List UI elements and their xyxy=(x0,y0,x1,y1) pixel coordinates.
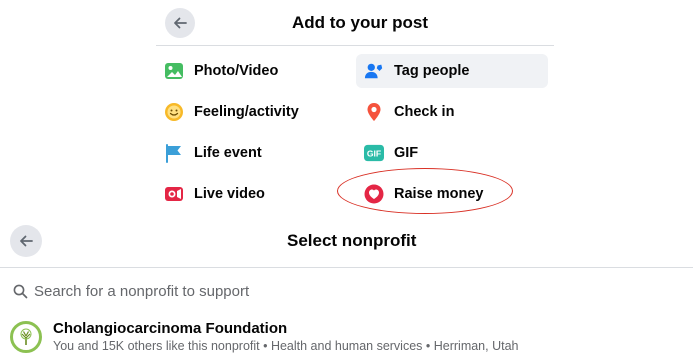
option-label: Feeling/activity xyxy=(194,104,299,120)
annotation-ellipse xyxy=(337,168,513,214)
option-photo-video[interactable]: Photo/Video xyxy=(156,54,346,88)
arrow-left-icon xyxy=(174,17,187,29)
tag-people-icon xyxy=(364,61,384,81)
search-placeholder: Search for a nonprofit to support xyxy=(34,283,250,300)
nonprofit-panel-divider xyxy=(0,267,693,268)
nonprofit-name: Cholangiocarcinoma Foundation xyxy=(53,320,288,337)
live-video-icon xyxy=(164,184,184,204)
nonprofit-panel-title: Select nonprofit xyxy=(287,231,417,250)
nonprofit-search-input[interactable]: Search for a nonprofit to support xyxy=(13,283,249,300)
tree-logo-icon xyxy=(20,328,32,345)
option-label: GIF xyxy=(394,145,419,161)
option-label: Check in xyxy=(394,104,455,120)
option-gif[interactable]: GIF GIF xyxy=(356,136,548,170)
option-label: Photo/Video xyxy=(194,63,279,79)
nonprofit-details: You and 15K others like this nonprofit •… xyxy=(53,339,519,353)
option-life-event[interactable]: Life event xyxy=(156,136,346,170)
search-icon xyxy=(13,284,28,299)
option-feeling-activity[interactable]: Feeling/activity xyxy=(156,95,346,129)
feeling-icon xyxy=(164,102,184,122)
option-live-video[interactable]: Live video xyxy=(156,177,346,211)
arrow-left-icon xyxy=(20,235,33,247)
option-tag-people[interactable]: Tag people xyxy=(356,54,548,88)
nonprofit-avatar xyxy=(10,321,42,353)
option-label: Tag people xyxy=(394,63,470,79)
life-event-icon xyxy=(164,143,184,163)
nonprofit-result-item[interactable]: Cholangiocarcinoma Foundation You and 15… xyxy=(0,316,693,355)
svg-text:GIF: GIF xyxy=(367,149,381,159)
photo-video-icon xyxy=(164,61,184,81)
option-label: Live video xyxy=(194,186,265,202)
gif-icon: GIF xyxy=(364,143,384,163)
option-label: Life event xyxy=(194,145,262,161)
post-panel-title: Add to your post xyxy=(292,13,428,32)
back-button[interactable] xyxy=(165,8,195,38)
back-button[interactable] xyxy=(10,225,42,257)
check-in-icon xyxy=(364,102,384,122)
post-panel-divider xyxy=(156,45,554,46)
option-check-in[interactable]: Check in xyxy=(356,95,548,129)
